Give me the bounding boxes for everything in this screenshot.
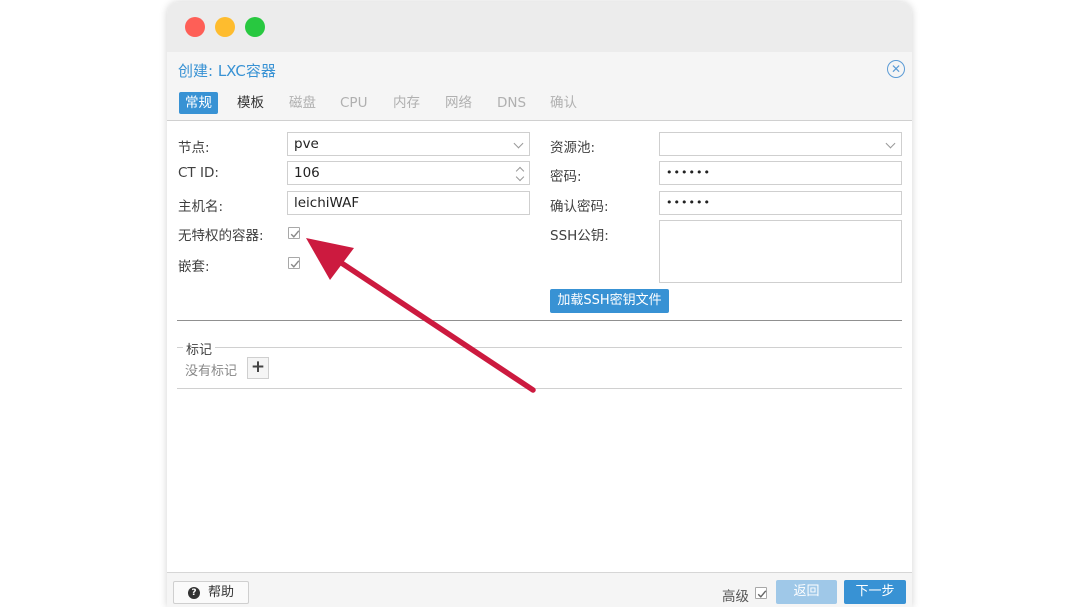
node-value: pve <box>294 136 319 152</box>
dialog-header: 创建: LXC容器 ✕ <box>167 52 912 86</box>
node-select[interactable]: pve <box>287 132 530 156</box>
window-minimize-button[interactable] <box>215 17 235 37</box>
wizard-tabs: 常规 模板 磁盘 CPU 内存 网络 DNS 确认 <box>167 86 912 121</box>
tab-dns: DNS <box>497 95 527 111</box>
question-icon: ? <box>188 587 200 599</box>
help-label: 帮助 <box>208 585 235 600</box>
password-label: 密码: <box>550 169 582 185</box>
password-input[interactable]: •••••• <box>659 161 902 185</box>
hostname-value: leichiWAF <box>294 195 360 211</box>
spin-down-icon[interactable] <box>515 172 525 182</box>
next-button[interactable]: 下一步 <box>844 580 906 604</box>
check-icon <box>290 260 300 268</box>
nesting-label: 嵌套: <box>178 259 210 275</box>
no-tags-text: 没有标记 <box>185 364 238 379</box>
ctid-label: CT ID: <box>178 165 219 181</box>
tab-network: 网络 <box>445 95 472 111</box>
tags-fieldset <box>177 347 902 389</box>
tags-legend: 标记 <box>183 339 216 358</box>
tab-general[interactable]: 常规 <box>179 92 218 114</box>
ctid-stepper[interactable]: 106 <box>287 161 530 185</box>
chevron-down-icon <box>513 138 524 149</box>
chevron-down-icon <box>885 138 896 149</box>
ssh-key-label: SSH公钥: <box>550 228 609 244</box>
tab-template[interactable]: 模板 <box>231 92 270 114</box>
unprivileged-checkbox[interactable] <box>288 227 300 239</box>
tab-disk: 磁盘 <box>289 95 316 111</box>
tab-memory: 内存 <box>393 95 420 111</box>
hostname-input[interactable]: leichiWAF <box>287 191 530 215</box>
create-lxc-window: 创建: LXC容器 ✕ 常规 模板 磁盘 CPU 内存 网络 DNS 确认 节点… <box>167 2 912 607</box>
ctid-value: 106 <box>294 165 320 181</box>
dialog-footer: ? 帮助 高级 返回 下一步 <box>167 572 912 607</box>
window-close-button[interactable] <box>185 17 205 37</box>
confirm-password-value: •••••• <box>666 196 711 209</box>
section-divider <box>177 320 902 321</box>
window-titlebar <box>167 2 912 52</box>
tab-confirm: 确认 <box>550 95 577 111</box>
plus-icon: + <box>250 357 266 377</box>
close-circle-icon[interactable]: ✕ <box>887 60 905 78</box>
advanced-checkbox[interactable] <box>755 587 767 599</box>
confirm-password-label: 确认密码: <box>550 199 609 215</box>
check-icon <box>290 230 300 238</box>
help-button[interactable]: ? 帮助 <box>173 581 249 604</box>
load-ssh-key-button[interactable]: 加载SSH密钥文件 <box>550 289 669 313</box>
pool-label: 资源池: <box>550 140 596 156</box>
dialog-title: 创建: LXC容器 <box>178 62 276 80</box>
advanced-label: 高级 <box>722 589 749 605</box>
add-tag-button[interactable]: + <box>247 357 269 379</box>
unprivileged-label: 无特权的容器: <box>178 228 264 244</box>
node-label: 节点: <box>178 140 210 156</box>
pool-select[interactable] <box>659 132 902 156</box>
confirm-password-input[interactable]: •••••• <box>659 191 902 215</box>
check-icon <box>757 590 767 598</box>
ssh-key-textarea[interactable] <box>659 220 902 283</box>
nesting-checkbox[interactable] <box>288 257 300 269</box>
window-zoom-button[interactable] <box>245 17 265 37</box>
hostname-label: 主机名: <box>178 199 224 215</box>
back-button: 返回 <box>776 580 837 604</box>
password-value: •••••• <box>666 166 711 179</box>
tab-cpu: CPU <box>340 95 368 111</box>
